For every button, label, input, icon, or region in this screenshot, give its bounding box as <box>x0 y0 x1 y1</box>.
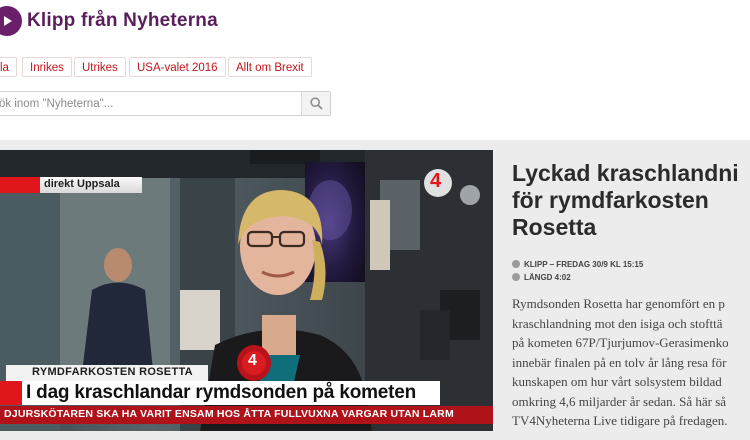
site-logo-icon[interactable] <box>0 6 22 36</box>
tag-brexit[interactable]: Allt om Brexit <box>228 57 312 77</box>
meta-klipp: KLIPP – FREDAG 30/9 KL 15:15 <box>512 260 643 269</box>
site-title[interactable]: Klipp från Nyheterna <box>27 10 218 32</box>
article-title: Lyckad kraschlandni för rymdfarkosten Ro… <box>512 160 750 241</box>
search-box <box>0 91 331 116</box>
video-player[interactable]: 4 direkt Uppsala 4 RYMDFARKOSTEN ROSETTA… <box>0 150 493 431</box>
lower-label: RYMDFARKOSTEN ROSETTA <box>32 366 193 378</box>
description-line: omkring 4,6 miljarder år sedan. Så här s… <box>512 393 727 409</box>
description-line: kunskapen om hur vårt solsystem bildad <box>512 374 722 389</box>
meta-length: LÄNGD 4:02 <box>512 273 571 282</box>
article-title-line: Rosetta <box>512 214 597 240</box>
clock-icon <box>512 273 520 281</box>
video-headline: I dag kraschlandar rymdsonden på kometen <box>26 382 417 403</box>
description-line: Rymdsonden Rosetta har genomfört en p <box>512 296 725 311</box>
tag-truncated[interactable]: la <box>0 57 17 77</box>
headline-red-mark <box>0 381 22 405</box>
meta-length-text: LÄNGD 4:02 <box>524 273 571 282</box>
tag-usa-valet[interactable]: USA-valet 2016 <box>129 57 226 77</box>
description-line: på kometen 67P/Tjurjumov-Gerasimenko <box>512 335 729 350</box>
live-location-label: direkt Uppsala <box>44 178 120 190</box>
description-line: innebär finalen på en tolv år lång resa … <box>512 354 727 370</box>
search-icon <box>310 97 323 110</box>
tag-inrikes[interactable]: Inrikes <box>22 57 72 77</box>
channel-logo-icon: 4 <box>430 170 442 192</box>
meta-klipp-text: KLIPP – FREDAG 30/9 KL 15:15 <box>524 260 644 269</box>
description-line: kraschlandning mot den isiga och stofttä <box>512 315 723 331</box>
mic-logo: 4 <box>248 352 257 369</box>
tag-utrikes[interactable]: Utrikes <box>74 57 126 77</box>
video-clip-icon <box>512 260 520 268</box>
live-red-mark <box>0 177 40 193</box>
news-ticker: DJURSKÖTAREN SKA HA VARIT ENSAM HOS ÅTTA… <box>4 408 454 420</box>
search-input[interactable] <box>0 92 299 115</box>
article-title-line: Lyckad kraschlandni <box>512 160 739 186</box>
article-title-line: för rymdfarkosten <box>512 187 709 213</box>
search-button[interactable] <box>301 92 330 115</box>
article-description: Rymdsonden Rosetta har genomfört en p kr… <box>512 294 750 431</box>
description-line: TV4Nyheterna Live tidigare på fredagen. <box>512 413 728 428</box>
article-info: Lyckad kraschlandni för rymdfarkosten Ro… <box>500 150 750 440</box>
